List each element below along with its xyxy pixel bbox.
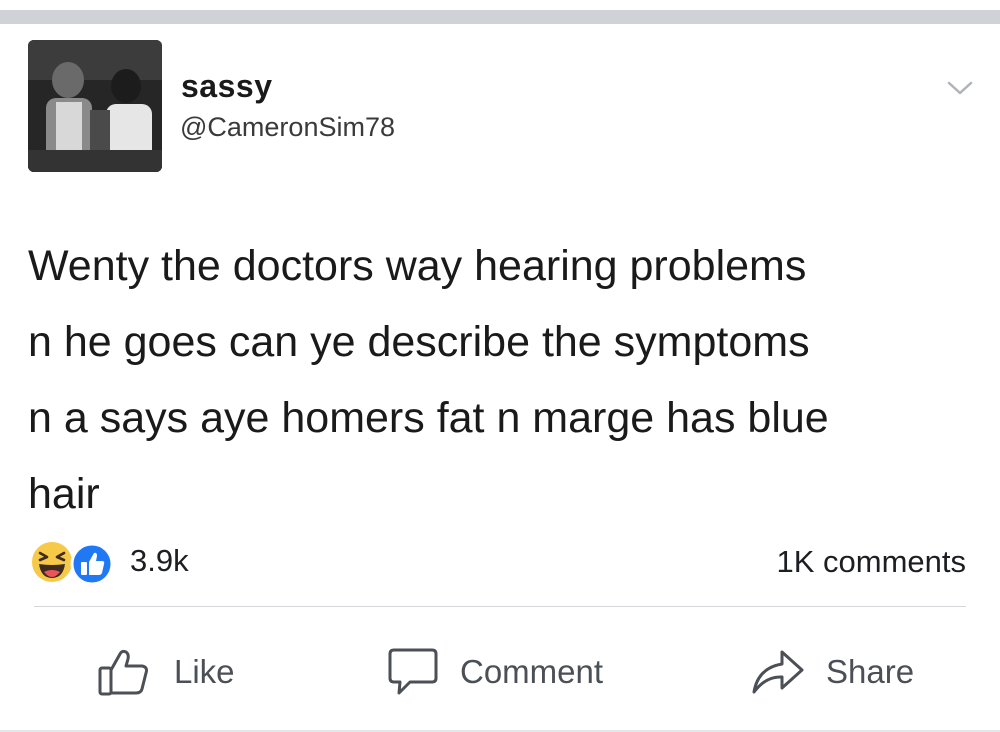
avatar-photo	[28, 40, 162, 172]
like-button[interactable]: Like	[96, 644, 235, 700]
haha-icon	[30, 540, 74, 584]
post-text: Wenty the doctors way hearing problems n…	[28, 242, 829, 518]
like-icon	[70, 542, 114, 586]
chevron-down-icon[interactable]	[945, 77, 975, 99]
thumbs-up-icon	[98, 649, 148, 696]
reactions-summary[interactable]: 3.9k	[30, 536, 189, 586]
reaction-icons	[30, 536, 124, 586]
post-card: sassy @CameronSim78 Wenty the doctors wa…	[0, 24, 1000, 732]
author-handle[interactable]: @CameronSim78	[180, 112, 395, 143]
share-arrow-icon	[752, 650, 804, 694]
share-label: Share	[826, 653, 915, 690]
post-actions-bar: Like Comment Share	[0, 624, 1000, 714]
comment-label: Comment	[460, 653, 604, 690]
comment-bubble-icon	[388, 648, 438, 695]
comment-button[interactable]: Comment	[386, 644, 603, 700]
share-button[interactable]: Share	[750, 644, 914, 700]
like-label: Like	[174, 653, 235, 690]
top-strip	[0, 0, 1000, 10]
author-display-name[interactable]: sassy	[181, 68, 272, 105]
author-avatar[interactable]	[28, 40, 162, 172]
comments-count-link[interactable]: 1K comments	[776, 544, 966, 580]
top-separator-bar	[0, 10, 1000, 24]
reaction-count: 3.9k	[130, 543, 189, 578]
divider	[34, 606, 966, 607]
